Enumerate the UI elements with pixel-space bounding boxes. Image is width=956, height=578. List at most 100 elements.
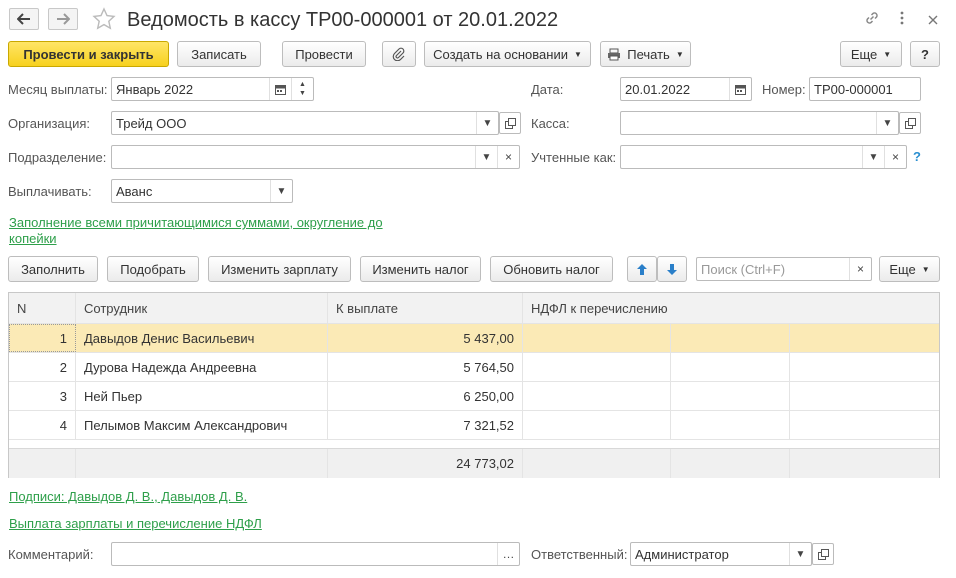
department-field[interactable]: ▼ × (111, 145, 520, 169)
payroll-link[interactable]: Выплата зарплаты и перечисление НДФЛ (9, 516, 262, 532)
move-up-button[interactable] (627, 256, 657, 282)
pick-label: Подобрать (120, 261, 186, 277)
table-row[interactable]: 2 Дурова Надежда Андреевна 5 764,50 (9, 353, 939, 382)
row-ndfl (523, 324, 671, 352)
pick-button[interactable]: Подобрать (107, 256, 199, 282)
table-row[interactable]: 3 Ней Пьер 6 250,00 (9, 382, 939, 411)
dropdown-arrow-icon[interactable]: ▼ (476, 112, 498, 134)
help-button[interactable]: ? (910, 41, 940, 67)
accounted-as-label: Учтенные как: (531, 150, 617, 165)
open-icon (504, 117, 516, 129)
column-header-ndfl[interactable]: НДФЛ к перечислению (523, 293, 790, 323)
update-tax-label: Обновить налог (503, 261, 600, 277)
table-footer: 24 773,02 (9, 448, 939, 478)
pay-value: Аванс (116, 183, 153, 199)
fill-button[interactable]: Заполнить (8, 256, 98, 282)
date-label: Дата: (531, 82, 564, 97)
clear-icon[interactable]: × (497, 146, 519, 168)
calendar-icon[interactable] (269, 78, 291, 100)
update-tax-button[interactable]: Обновить налог (490, 256, 613, 282)
row-employee: Пелымов Максим Александрович (76, 411, 328, 439)
save-button[interactable]: Записать (177, 41, 261, 67)
fill-settings-link[interactable]: Заполнение всеми причитающимися суммами,… (9, 215, 383, 231)
signatures-link[interactable]: Подписи: Давыдов Д. В., Давыдов Д. В. (9, 489, 247, 505)
comment-field[interactable]: … (111, 542, 520, 566)
month-field[interactable]: Январь 2022 ▲ ▼ (111, 77, 314, 101)
stepper-icon[interactable]: ▲ ▼ (291, 78, 313, 100)
open-cash-button[interactable] (899, 112, 921, 134)
dropdown-arrow-icon[interactable]: ▼ (475, 146, 497, 168)
forward-button[interactable] (48, 8, 78, 30)
cash-label: Касса: (531, 116, 570, 131)
row-empty (790, 324, 939, 352)
table-more-button[interactable]: Еще ▼ (879, 256, 940, 282)
print-button[interactable]: Печать ▼ (600, 41, 691, 67)
change-salary-button[interactable]: Изменить зарплату (208, 256, 351, 282)
row-ndfl (523, 353, 671, 381)
table-row[interactable]: 4 Пелымов Максим Александрович 7 321,52 (9, 411, 939, 440)
pay-select[interactable]: Аванс ▼ (111, 179, 293, 203)
month-label: Месяц выплаты: (8, 82, 108, 97)
post-and-close-button[interactable]: Провести и закрыть (8, 41, 169, 67)
more-button[interactable]: Еще ▼ (840, 41, 902, 67)
row-amount: 5 764,50 (328, 353, 523, 381)
fill-settings-link-line2[interactable]: копейки (9, 231, 57, 247)
search-input[interactable]: Поиск (Ctrl+F) × (696, 257, 872, 281)
footer-cell (790, 449, 939, 478)
column-header-employee[interactable]: Сотрудник (76, 293, 328, 323)
row-empty (790, 353, 939, 381)
ellipsis-icon[interactable]: … (497, 543, 519, 565)
row-ndfl (523, 382, 671, 410)
search-placeholder: Поиск (Ctrl+F) (701, 261, 786, 277)
printer-icon (608, 48, 621, 60)
back-button[interactable] (9, 8, 39, 30)
column-header-amount[interactable]: К выплате (328, 293, 523, 323)
clear-icon[interactable]: × (884, 146, 906, 168)
save-label: Записать (191, 46, 247, 62)
row-number: 2 (9, 353, 76, 381)
column-header-n[interactable]: N (9, 293, 76, 323)
employees-table[interactable]: N Сотрудник К выплате НДФЛ к перечислени… (8, 292, 940, 478)
row-amount: 6 250,00 (328, 382, 523, 410)
accounted-as-field[interactable]: ▼ × (620, 145, 907, 169)
organization-value: Трейд ООО (116, 115, 187, 131)
change-tax-button[interactable]: Изменить налог (360, 256, 481, 282)
number-label: Номер: (762, 82, 806, 97)
more-vertical-icon[interactable] (899, 11, 905, 28)
total-amount: 24 773,02 (328, 449, 523, 478)
open-organization-button[interactable] (499, 112, 521, 134)
date-value: 20.01.2022 (625, 81, 691, 97)
organization-field[interactable]: Трейд ООО ▼ (111, 111, 499, 135)
open-responsible-button[interactable] (812, 543, 834, 565)
attach-button[interactable] (382, 41, 416, 67)
post-button[interactable]: Провести (282, 41, 366, 67)
dropdown-arrow-icon[interactable]: ▼ (862, 146, 884, 168)
number-field[interactable]: ТР00-000001 (809, 77, 921, 101)
dropdown-arrow-icon[interactable]: ▼ (789, 543, 811, 565)
table-row[interactable]: 1 Давыдов Денис Васильевич 5 437,00 (9, 324, 939, 353)
move-down-button[interactable] (657, 256, 687, 282)
help-question-icon[interactable]: ? (913, 149, 921, 164)
dropdown-arrow-icon[interactable]: ▼ (270, 180, 292, 202)
link-icon[interactable] (864, 10, 880, 29)
change-salary-label: Изменить зарплату (221, 261, 338, 277)
clear-icon[interactable]: × (849, 258, 871, 280)
post-and-close-label: Провести и закрыть (23, 46, 154, 62)
footer-cell (9, 449, 76, 478)
favorite-star-icon[interactable] (92, 7, 116, 34)
dropdown-arrow-icon: ▼ (883, 49, 892, 59)
fill-label: Заполнить (21, 261, 85, 277)
row-amount: 5 437,00 (328, 324, 523, 352)
dropdown-arrow-icon[interactable]: ▼ (876, 112, 898, 134)
close-icon[interactable] (928, 13, 938, 28)
calendar-icon[interactable] (729, 78, 751, 100)
responsible-field[interactable]: Администратор ▼ (630, 542, 812, 566)
help-label: ? (921, 46, 929, 62)
cash-field[interactable]: ▼ (620, 111, 899, 135)
footer-cell (76, 449, 328, 478)
dropdown-arrow-icon: ▼ (675, 49, 684, 59)
number-value: ТР00-000001 (814, 81, 893, 97)
page-title: Ведомость в кассу ТР00-000001 от 20.01.2… (127, 9, 559, 31)
date-field[interactable]: 20.01.2022 (620, 77, 752, 101)
create-based-on-button[interactable]: Создать на основании ▼ (424, 41, 591, 67)
